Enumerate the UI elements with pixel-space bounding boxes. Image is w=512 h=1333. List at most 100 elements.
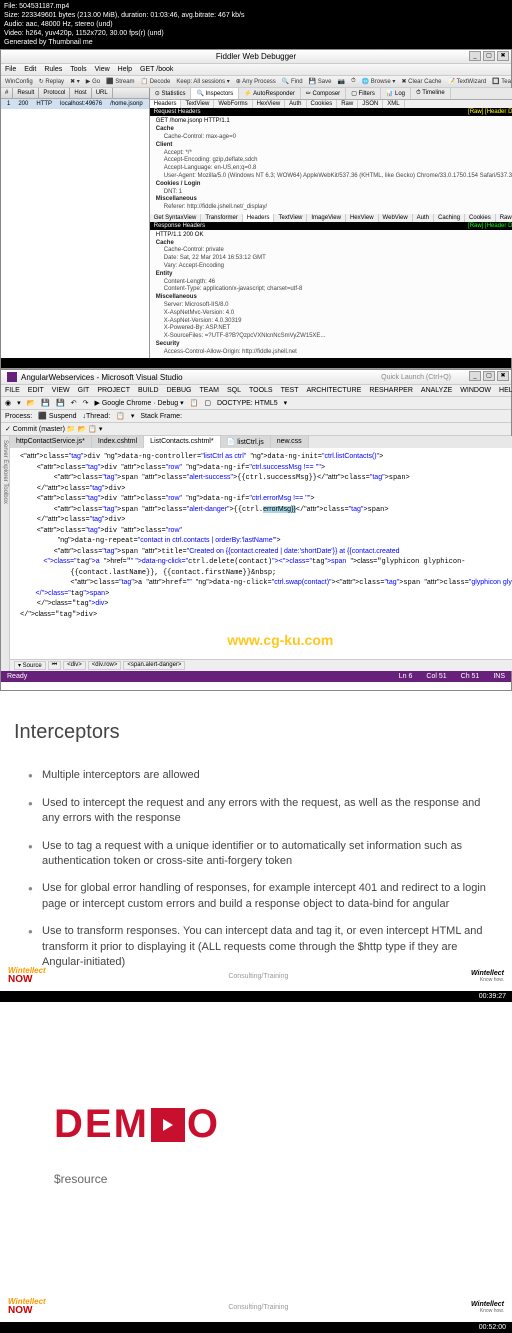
response-subtab[interactable]: Transformer xyxy=(201,214,242,222)
menu-item[interactable]: View xyxy=(95,66,110,73)
vs-maximize-button[interactable]: ▢ xyxy=(483,371,495,381)
vs-toolbar-item[interactable]: DOCTYPE: HTML5 xyxy=(217,400,278,407)
vs-menu-item[interactable]: DEBUG xyxy=(167,387,192,394)
breadcrumb-item[interactable]: <div> xyxy=(63,661,86,670)
response-subtab[interactable]: Caching xyxy=(434,214,465,222)
breadcrumb-item[interactable]: <div.row> xyxy=(88,661,122,670)
toolbar-item[interactable]: 📷 xyxy=(337,78,344,85)
menu-item[interactable]: Edit xyxy=(24,66,36,73)
response-subtab[interactable]: TextView xyxy=(274,214,307,222)
col-header[interactable]: Host xyxy=(70,88,91,98)
toolbar-item[interactable]: ⊕ Any Process xyxy=(236,78,276,85)
vs-toolbar-item[interactable]: ▶ Google Chrome · Debug ▾ xyxy=(95,399,184,407)
vs-debug-item[interactable]: ↓Thread: xyxy=(83,413,111,420)
request-subtab[interactable]: Raw xyxy=(337,100,358,108)
vs-menu-item[interactable]: SQL xyxy=(227,387,241,394)
toolbar-item[interactable]: ✖ ▾ xyxy=(70,78,80,85)
vs-toolbar-item[interactable]: ↷ xyxy=(83,399,89,407)
document-tab[interactable]: httpContactService.js* xyxy=(10,436,92,448)
inspector-tab[interactable]: ▢ Filters xyxy=(346,88,381,99)
col-header[interactable]: Protocol xyxy=(39,88,70,98)
toolbar-item[interactable]: ✖ Clear Cache xyxy=(401,78,441,85)
toolbar-item[interactable]: ⏱ xyxy=(351,78,356,85)
inspector-tab[interactable]: 📊 Log xyxy=(381,88,411,99)
quick-launch-input[interactable]: Quick Launch (Ctrl+Q) xyxy=(381,374,451,381)
req-raw-link[interactable]: [Raw] [Header Definitions] xyxy=(468,109,512,115)
vs-minimize-button[interactable]: _ xyxy=(469,371,481,381)
vs-menu-item[interactable]: TOOLS xyxy=(249,387,273,394)
vs-menu-item[interactable]: GIT xyxy=(78,387,90,394)
toolbar-item[interactable]: 🌐 Browse ▾ xyxy=(362,78,396,85)
response-subtab[interactable]: Get SyntaxView xyxy=(150,214,202,222)
inspector-tab[interactable]: ⊙ Statistics xyxy=(150,88,192,99)
response-subtab[interactable]: Auth xyxy=(413,214,434,222)
response-subtab[interactable]: Cookies xyxy=(465,214,496,222)
response-subtab[interactable]: WebView xyxy=(379,214,413,222)
resp-raw-link[interactable]: [Raw] [Header Definitions] xyxy=(468,223,512,229)
vs-toolbar-item[interactable]: ▾ xyxy=(17,399,21,407)
vs-menu-item[interactable]: RESHARPER xyxy=(369,387,413,394)
request-subtab[interactable]: HexView xyxy=(253,100,286,108)
vs-debug-item[interactable]: ⬛ Suspend xyxy=(38,412,76,420)
menu-item[interactable]: Help xyxy=(118,66,132,73)
request-subtab[interactable]: XML xyxy=(383,100,404,108)
session-row[interactable]: 1200HTTPlocalhost:49676/home.jsonp xyxy=(1,99,149,109)
inspector-tab[interactable]: ⏱ Timeline xyxy=(411,88,451,99)
request-subtab[interactable]: Cookies xyxy=(307,100,338,108)
inspector-tab[interactable]: ✏ Composer xyxy=(301,88,346,99)
request-subtab[interactable]: Headers xyxy=(150,100,182,108)
document-tab[interactable]: 📄 listCtrl.js xyxy=(221,436,271,448)
request-subtab[interactable]: WebForms xyxy=(214,100,252,108)
document-tab[interactable]: new.css xyxy=(271,436,309,448)
vs-menu-item[interactable]: BUILD xyxy=(138,387,159,394)
request-subtab[interactable]: Auth xyxy=(285,100,306,108)
vs-close-button[interactable]: ✖ xyxy=(497,371,509,381)
col-header[interactable]: # xyxy=(1,88,13,98)
toolbar-item[interactable]: ▶ Go xyxy=(86,78,100,85)
vs-toolbar-item[interactable]: 📋 xyxy=(190,399,199,407)
toolbar-item[interactable]: 🔍 Find xyxy=(282,78,303,85)
request-subtab[interactable]: JSON xyxy=(358,100,383,108)
vs-debug-item[interactable]: 📋 xyxy=(116,412,125,420)
vs-left-sidebar[interactable]: Server Explorer Toolbox xyxy=(1,436,10,671)
response-subtab[interactable]: ImageView xyxy=(307,214,346,222)
vs-toolbar-item[interactable]: 📂 xyxy=(27,399,36,407)
request-subtab[interactable]: TextView xyxy=(181,100,214,108)
response-subtab[interactable]: Headers xyxy=(243,214,275,222)
response-subtab[interactable]: Raw xyxy=(496,214,512,222)
fiddler-scrollbar[interactable] xyxy=(1,358,511,368)
breadcrumb-item[interactable]: <span.alert-danger> xyxy=(123,661,185,670)
menu-item[interactable]: File xyxy=(5,66,16,73)
col-header[interactable]: Result xyxy=(13,88,39,98)
code-editor[interactable]: <"attr">class="tag">div "ng">data-ng-con… xyxy=(10,448,512,659)
breadcrumb-item[interactable]: ⏮ xyxy=(48,661,61,670)
document-tab[interactable]: Index.cshtml xyxy=(92,436,144,448)
vs-toolbar-item[interactable]: 💾 xyxy=(56,399,65,407)
vs-debug-item[interactable]: Stack Frame: xyxy=(140,413,182,420)
toolbar-item[interactable]: ⬛ Stream xyxy=(106,78,134,85)
maximize-button[interactable]: ▢ xyxy=(483,51,495,61)
vs-debug-item[interactable]: Process: xyxy=(5,413,32,420)
minimize-button[interactable]: _ xyxy=(469,51,481,61)
vs-toolbar-item[interactable]: 💾 xyxy=(41,399,50,407)
response-subtab[interactable]: HexView xyxy=(346,214,379,222)
toolbar-item[interactable]: WinConfig xyxy=(5,79,33,85)
toolbar-item[interactable]: 📋 Decode xyxy=(141,78,171,85)
vs-toolbar-item[interactable]: ↶ xyxy=(71,399,77,407)
toolbar-item[interactable]: Keep: All sessions ▾ xyxy=(176,78,229,85)
vs-menu-item[interactable]: ARCHITECTURE xyxy=(306,387,361,394)
breadcrumb-item[interactable]: ▾ Source xyxy=(14,661,46,670)
vs-toolbar-item[interactable]: ◉ xyxy=(5,399,11,407)
vs-toolbar-item[interactable]: ▢ xyxy=(204,399,211,407)
vs-menu-item[interactable]: VIEW xyxy=(52,387,70,394)
vs-menu-item[interactable]: HELP xyxy=(499,387,512,394)
vs-menu-item[interactable]: EDIT xyxy=(28,387,44,394)
inspector-tab[interactable]: 🔍 Inspectors xyxy=(191,88,239,99)
menu-item[interactable]: Rules xyxy=(44,66,62,73)
toolbar-item[interactable]: 🔲 Tearoff xyxy=(492,78,511,85)
col-header[interactable]: URL xyxy=(92,88,113,98)
vs-menu-item[interactable]: TEST xyxy=(281,387,299,394)
vs-toolbar-item[interactable]: ▾ xyxy=(284,399,288,407)
vs-debug-item[interactable]: ▾ xyxy=(131,412,135,420)
menu-item[interactable]: GET /book xyxy=(140,66,173,73)
